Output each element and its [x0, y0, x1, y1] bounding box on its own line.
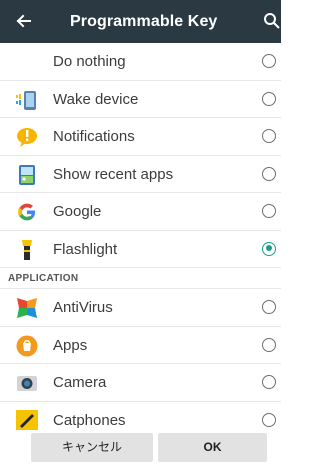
cancel-button[interactable]: キャンセル [31, 433, 153, 462]
radio-button[interactable] [262, 412, 276, 427]
wake-device-icon [16, 89, 38, 111]
radio-button[interactable] [262, 166, 276, 181]
option-label: Camera [53, 374, 107, 391]
section-header: APPLICATION [0, 268, 281, 289]
radio-button[interactable] [262, 54, 276, 68]
radio-button[interactable] [262, 300, 276, 314]
search-icon[interactable] [262, 11, 282, 31]
section-label: APPLICATION [8, 273, 79, 284]
option-label: Google [53, 203, 102, 220]
ok-button[interactable]: OK [158, 433, 267, 462]
radio-button[interactable] [262, 129, 276, 143]
option-label: Show recent apps [53, 165, 174, 183]
option-label: Apps [53, 336, 88, 354]
option-label: Do nothing [53, 53, 126, 70]
notifications-icon [16, 126, 38, 148]
option-apps[interactable]: Apps [0, 327, 281, 364]
radio-button-selected[interactable] [262, 241, 276, 256]
radio-button[interactable] [262, 337, 276, 352]
apps-icon [16, 335, 38, 357]
antivirus-icon [16, 297, 38, 319]
radio-button[interactable] [262, 91, 276, 106]
option-do-nothing[interactable]: Do nothing [0, 43, 281, 81]
back-arrow-icon[interactable] [12, 10, 34, 32]
option-label: Notifications [53, 128, 135, 145]
catphones-icon [16, 409, 38, 432]
dialog-footer: キャンセル OK [0, 430, 281, 465]
radio-button[interactable] [262, 204, 276, 218]
google-icon [16, 201, 38, 223]
option-wake-device[interactable]: Wake device [0, 81, 281, 118]
option-camera[interactable]: Camera [0, 364, 281, 402]
app-bar: Programmable Key [0, 0, 281, 43]
radio-button[interactable] [262, 375, 276, 389]
option-google[interactable]: Google [0, 193, 281, 231]
option-label: Wake device [53, 90, 139, 108]
camera-icon [16, 372, 38, 394]
option-notifications[interactable]: Notifications [0, 118, 281, 156]
option-antivirus[interactable]: AntiVirus [0, 289, 281, 327]
option-flashlight[interactable]: Flashlight [0, 231, 281, 268]
option-label: AntiVirus [53, 299, 113, 316]
option-list: Do nothing Wake device Notifications Sho… [0, 43, 281, 439]
recent-apps-icon [16, 164, 38, 186]
option-show-recent-apps[interactable]: Show recent apps [0, 156, 281, 193]
flashlight-icon [16, 239, 38, 261]
option-label: Flashlight [53, 240, 118, 258]
page-title: Programmable Key [70, 13, 218, 30]
